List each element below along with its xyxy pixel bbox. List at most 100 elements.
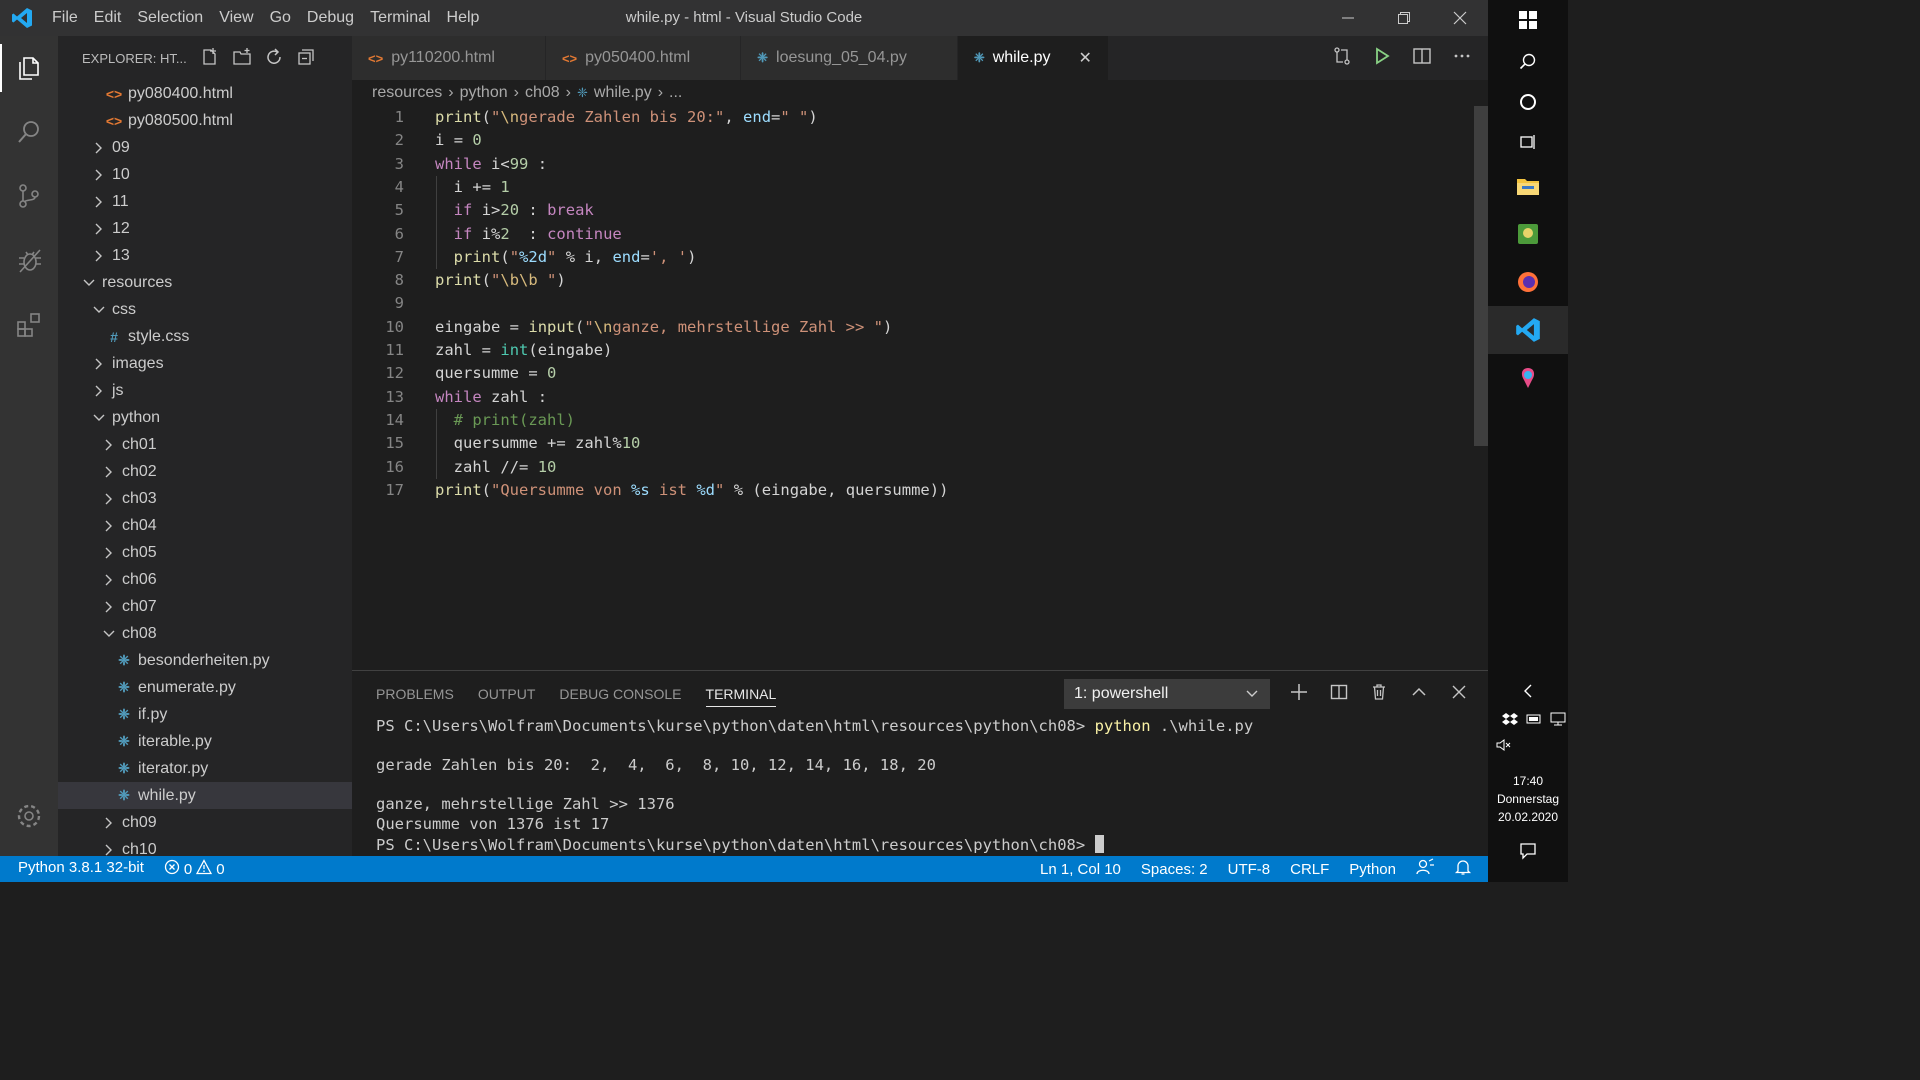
new-terminal-icon[interactable] — [1290, 683, 1308, 705]
close-panel-icon[interactable] — [1450, 683, 1468, 705]
breadcrumb-item[interactable]: ... — [669, 84, 682, 102]
tree-folder[interactable]: 13 — [58, 242, 352, 269]
tab-debug-console[interactable]: DEBUG CONSOLE — [559, 686, 681, 702]
code-line[interactable]: 16 zahl //= 10 — [352, 456, 1488, 479]
tree-folder[interactable]: resources — [58, 269, 352, 296]
tree-folder[interactable]: ch09 — [58, 809, 352, 836]
close-window-button[interactable] — [1432, 0, 1488, 36]
refresh-icon[interactable] — [265, 47, 283, 69]
breadcrumb-item[interactable]: resources — [372, 84, 442, 102]
tree-file[interactable]: <> py080400.html — [58, 80, 352, 107]
more-actions-icon[interactable] — [1452, 46, 1472, 70]
restore-button[interactable] — [1376, 0, 1432, 36]
encoding[interactable]: UTF-8 — [1228, 861, 1271, 878]
tree-folder[interactable]: js — [58, 377, 352, 404]
tab-py050400-html[interactable]: <> py050400.html — [545, 36, 742, 80]
tab-output[interactable]: OUTPUT — [478, 686, 536, 702]
open-changes-icon[interactable] — [1332, 46, 1352, 70]
tree-folder[interactable]: python — [58, 404, 352, 431]
tree-folder[interactable]: css — [58, 296, 352, 323]
tab-terminal[interactable]: TERMINAL — [705, 686, 777, 707]
tree-folder[interactable]: ch05 — [58, 539, 352, 566]
cursor-position[interactable]: Ln 1, Col 10 — [1040, 861, 1121, 878]
language-mode[interactable]: Python — [1349, 861, 1396, 878]
tab-problems[interactable]: PROBLEMS — [376, 686, 454, 702]
tree-folder[interactable]: 12 — [58, 215, 352, 242]
code-line[interactable]: 7 print("%2d" % i, end=', ') — [352, 246, 1488, 269]
tree-folder[interactable]: ch06 — [58, 566, 352, 593]
tree-folder[interactable]: 11 — [58, 188, 352, 215]
menu-file[interactable]: File — [44, 9, 86, 27]
tree-folder[interactable]: ch08 — [58, 620, 352, 647]
tree-folder[interactable]: ch02 — [58, 458, 352, 485]
debug-icon[interactable] — [0, 228, 58, 292]
feedback-icon[interactable] — [1416, 858, 1434, 880]
task-view-icon[interactable] — [1488, 122, 1568, 162]
tree-file[interactable]: # style.css — [58, 323, 352, 350]
tree-folder[interactable]: ch04 — [58, 512, 352, 539]
minimize-button[interactable] — [1320, 0, 1376, 36]
code-line[interactable]: 9 — [352, 292, 1488, 315]
tree-file[interactable]: ❈ iterable.py — [58, 728, 352, 755]
menu-terminal[interactable]: Terminal — [362, 9, 438, 27]
code-line[interactable]: 13 while zahl : — [352, 386, 1488, 409]
tree-file[interactable]: ❈ besonderheiten.py — [58, 647, 352, 674]
tab-while-py[interactable]: ❈ while.py ✕ — [957, 36, 1109, 80]
menu-view[interactable]: View — [211, 9, 261, 27]
code-line[interactable]: 14 # print(zahl) — [352, 409, 1488, 432]
tree-folder[interactable]: ch07 — [58, 593, 352, 620]
image-editor-app-icon[interactable] — [1488, 210, 1568, 258]
action-center-icon[interactable] — [1488, 842, 1568, 860]
menu-go[interactable]: Go — [262, 9, 299, 27]
tree-folder[interactable]: ch01 — [58, 431, 352, 458]
settings-gear-icon[interactable] — [0, 784, 58, 848]
split-editor-icon[interactable] — [1412, 46, 1432, 70]
tab-loesung-05-04-py[interactable]: ❈ loesung_05_04.py — [741, 36, 958, 80]
code-line[interactable]: 4 i += 1 — [352, 176, 1488, 199]
breadcrumb-item[interactable]: while.py — [594, 84, 652, 102]
trash-icon[interactable] — [1370, 683, 1388, 705]
code-line[interactable]: 15 quersumme += zahl%10 — [352, 432, 1488, 455]
volume-muted-icon[interactable] — [1496, 738, 1512, 756]
code-line[interactable]: 11 zahl = int(eingabe) — [352, 339, 1488, 362]
code-line[interactable]: 6 if i%2 : continue — [352, 223, 1488, 246]
menu-debug[interactable]: Debug — [299, 9, 362, 27]
file-explorer-icon[interactable] — [1488, 162, 1568, 210]
code-editor[interactable]: 1 print("\ngerade Zahlen bis 20:", end=" … — [352, 106, 1488, 670]
collapse-all-icon[interactable] — [297, 48, 315, 69]
new-file-icon[interactable] — [201, 47, 219, 69]
maximize-panel-icon[interactable] — [1410, 683, 1428, 705]
search-icon[interactable] — [0, 100, 58, 164]
windows-start-icon[interactable] — [1488, 0, 1568, 40]
tree-file[interactable]: ❈ if.py — [58, 701, 352, 728]
code-line[interactable]: 10 eingabe = input("\nganze, mehrstellige… — [352, 316, 1488, 339]
breadcrumb-item[interactable]: python — [460, 84, 508, 102]
run-python-icon[interactable] — [1372, 46, 1392, 70]
tab-py110200-html[interactable]: <> py110200.html — [352, 36, 546, 80]
code-line[interactable]: 3 while i<99 : — [352, 153, 1488, 176]
extensions-icon[interactable] — [0, 292, 58, 356]
source-control-icon[interactable] — [0, 164, 58, 228]
tree-folder[interactable]: ch10 — [58, 836, 352, 856]
firefox-icon[interactable] — [1488, 258, 1568, 306]
code-line[interactable]: 2 i = 0 — [352, 129, 1488, 152]
editor-scrollbar[interactable] — [1474, 106, 1488, 446]
tree-file[interactable]: ❈ iterator.py — [58, 755, 352, 782]
dropbox-icon[interactable] — [1502, 712, 1518, 730]
cortana-icon[interactable] — [1488, 82, 1568, 122]
tree-folder[interactable]: 10 — [58, 161, 352, 188]
system-clock[interactable]: 17:40 Donnerstag 20.02.2020 — [1488, 772, 1568, 826]
tree-folder[interactable]: images — [58, 350, 352, 377]
menu-help[interactable]: Help — [439, 9, 488, 27]
terminal-select[interactable]: 1: powershell — [1064, 679, 1270, 709]
code-line[interactable]: 17 print("Quersumme von %s ist %d" % (ein… — [352, 479, 1488, 502]
battery-icon[interactable] — [1526, 712, 1542, 730]
explorer-icon[interactable] — [0, 36, 58, 100]
breadcrumb-item[interactable]: ch08 — [525, 84, 560, 102]
menu-edit[interactable]: Edit — [86, 9, 130, 27]
close-tab-icon[interactable]: ✕ — [1079, 48, 1092, 68]
tree-folder[interactable]: 09 — [58, 134, 352, 161]
tree-file[interactable]: ❈ while.py — [58, 782, 352, 809]
terminal-output[interactable]: PS C:\Users\Wolfram\Documents\kurse\pyth… — [376, 717, 1253, 855]
show-hidden-icons-chevron-icon[interactable] — [1488, 684, 1568, 698]
